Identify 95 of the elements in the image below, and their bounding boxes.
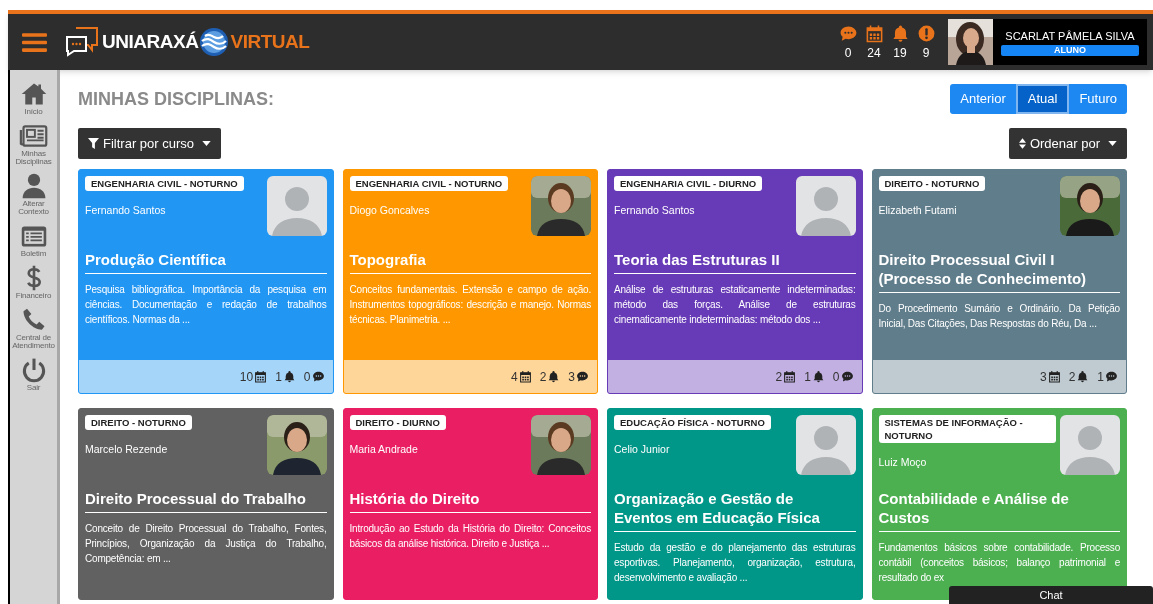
count-label: 1 <box>275 368 282 386</box>
course-title[interactable]: Contabilidade e Análise de Custos <box>878 489 1120 532</box>
user-name: SCARLAT PÂMELA SILVA <box>1005 28 1135 44</box>
count-label: 4 <box>510 368 518 386</box>
role-badge: ALUNO <box>1001 44 1139 56</box>
sidebar-item[interactable]: Central de Atendimento <box>7 306 60 350</box>
caret-icon <box>1108 141 1117 146</box>
teacher-name: Celio Junior <box>614 442 670 457</box>
program-badge: ENGENHARIA CIVIL - DIURNO <box>614 176 763 191</box>
count-label: 0 <box>303 368 311 386</box>
course-description: Conceito de Direito Processual do Trabalho, Fontes, Princípios, Organização da Justiça do Trabalho, Competência: em ... <box>85 522 327 566</box>
sidebar-item[interactable]: Boletim <box>7 222 60 258</box>
program-badge: DIREITO - NOTURNO <box>878 176 986 191</box>
course-card[interactable] <box>607 408 863 600</box>
menu-icon[interactable] <box>22 31 47 53</box>
comment-icon <box>840 370 854 383</box>
program-badge: SISTEMAS DE INFORMAÇÃO - NOTURNO <box>878 415 1056 443</box>
program-badge: DIREITO - DIURNO <box>349 415 446 430</box>
period-tab[interactable]: Atual <box>1015 84 1070 114</box>
program-badge: ENGENHARIA CIVIL - NOTURNO <box>349 176 509 191</box>
counter-label: 24 <box>867 44 881 61</box>
brand-name: UNIARAXÁ <box>102 29 199 54</box>
count-label: 1 <box>804 368 811 386</box>
comment-icon <box>311 370 325 383</box>
comment-icon[interactable] <box>838 23 858 43</box>
alert-icon[interactable] <box>916 23 936 43</box>
course-title[interactable]: História do Direito <box>349 489 591 513</box>
program-badge: DIREITO - NOTURNO <box>85 415 192 430</box>
course-description: Fundamentos básicos sobre contabilidade. Processo contábil (conceitos básicos; balanço patrimonial e resultado do ex <box>878 541 1120 585</box>
course-card[interactable]: ENGENHARIA CIVIL - NOTURNO Diogo Goncalves Topografia Conceitos fundamentais. Extensão e campo de ação. Instrumentos topográficos: descrição e manejo. Normas técnicas. Planimetria. ... 4 2 3 <box>342 169 598 394</box>
bell-icon <box>547 370 561 383</box>
course-description: Estudo da gestão e do planejamento das estruturas esportivas. Planejamento, organização, estrutura, desenvolvimento e avaliação ... <box>614 541 856 585</box>
count-label: 2 <box>539 368 547 386</box>
period-tab[interactable]: Anterior <box>950 84 1016 114</box>
calendar-icon <box>518 370 532 383</box>
filter-button[interactable]: Filtrar por curso <box>78 128 222 159</box>
course-title[interactable]: Direito Processual do Trabalho <box>85 489 327 513</box>
sidebar-item[interactable]: Sair <box>7 356 60 392</box>
bell-icon <box>282 370 296 383</box>
caret-icon <box>202 141 212 146</box>
count-label: 1 <box>1097 368 1104 386</box>
course-card[interactable] <box>607 169 863 394</box>
comment-icon <box>1105 370 1118 383</box>
comment-icon <box>576 370 589 383</box>
sort-icon <box>1018 138 1026 149</box>
calendar-icon[interactable] <box>864 23 884 43</box>
course-description: Conceitos fundamentais. Extensão e campo de ação. Instrumentos topográficos: descrição e manejo. Normas técnicas. Planimetria. ... <box>349 283 591 327</box>
calendar-icon <box>1047 370 1061 383</box>
bell-icon <box>1076 370 1090 383</box>
counter-label: 19 <box>893 44 907 61</box>
course-title[interactable]: Direito Processual Civil I (Processo de Conhecimento) <box>878 250 1120 293</box>
brand-suffix: VIRTUAL <box>230 29 310 54</box>
course-card[interactable]: DIREITO - NOTURNO Elizabeth Futami Direito Processual Civil I (Processo de Conhecimento) Do Procedimento Sumário e Ordinário. Da Petição Inicial, Das Citações, Das Respostas do Réu, Da ... 3 2 1 <box>871 169 1127 394</box>
chat-bar[interactable]: Chat <box>949 586 1153 604</box>
sidebar-item[interactable]: Minhas Disciplinas <box>7 122 60 166</box>
calendar-icon <box>254 370 268 383</box>
count-label: 3 <box>1039 368 1047 386</box>
count-label: 2 <box>1068 368 1076 386</box>
teacher-name: Fernando Santos <box>614 203 695 218</box>
newspaper-icon <box>18 122 49 150</box>
sidebar-item[interactable]: Financeiro <box>7 264 60 300</box>
teacher-name: Diogo Goncalves <box>349 203 430 218</box>
counter-label: 9 <box>922 44 930 61</box>
course-title[interactable]: Teoria das Estruturas II <box>614 250 856 274</box>
teacher-name: Fernando Santos <box>85 203 166 218</box>
sidebar-item[interactable]: Alterar Contexto <box>7 172 60 216</box>
course-description: Pesquisa bibliográfica. Importância da pesquisa em ciências. Documentação e redação de trabalhos científicos. Normas da ... <box>85 283 327 327</box>
counter-label: 0 <box>844 44 852 61</box>
globe-logo-icon <box>199 27 230 57</box>
course-title[interactable]: Produção Científica <box>85 250 327 274</box>
teacher-name: Luiz Moço <box>878 455 927 470</box>
course-card[interactable]: DIREITO - DIURNO Maria Andrade História do Direito Introdução ao Estudo da História do Direito: Conceitos básicos da análise histórica. Direito e Justiça ... <box>342 408 598 600</box>
teacher-name: Marcelo Rezende <box>85 442 168 457</box>
program-badge: EDUCAÇÃO FÍSICA - NOTURNO <box>614 415 771 430</box>
course-card[interactable]: DIREITO - NOTURNO Marcelo Rezende Direito Processual do Trabalho Conceito de Direito Processual do Trabalho, Fontes, Princípios, Organização da Justiça do Trabalho, Competência: em ... <box>78 408 334 600</box>
filter-icon <box>88 138 99 149</box>
period-tab[interactable]: Futuro <box>1069 84 1127 114</box>
calendar-icon <box>783 370 797 383</box>
teacher-name: Elizabeth Futami <box>878 203 957 218</box>
count-label: 3 <box>568 368 575 386</box>
teacher-name: Maria Andrade <box>349 442 418 457</box>
course-description: Do Procedimento Sumário e Ordinário. Da Petição Inicial, Das Citações, Das Respostas do Réu, Da ... <box>878 302 1120 331</box>
course-card[interactable]: ENGENHARIA CIVIL - NOTURNO Fernando Santos Produção Científica Pesquisa bibliográfica. Importância da pesquisa em ciências. Documentação e redação de trabalhos científicos. Normas da ... 10 1 0 <box>78 169 334 394</box>
chat-bubbles-icon <box>64 26 100 58</box>
course-description: Análise de estruturas estaticamente indeterminadas: método das forças. Análise de estruturas cinematicamente indeterminadas: método dos ... <box>614 283 856 327</box>
count-label: 2 <box>775 368 783 386</box>
course-title[interactable]: Organização e Gestão de Eventos em Educação Física <box>614 489 856 532</box>
count-label: 0 <box>832 368 840 386</box>
sidebar-item[interactable]: Início <box>7 80 60 116</box>
sort-button[interactable]: Ordenar por <box>1008 128 1127 159</box>
count-label: 10 <box>239 368 254 386</box>
bell-icon <box>811 370 825 383</box>
course-description: Introdução ao Estudo da História do Direito: Conceitos básicos da análise histórica. Direito e Justiça ... <box>349 522 591 551</box>
page-title: MINHAS DISCIPLINAS: <box>78 87 274 111</box>
program-badge: ENGENHARIA CIVIL - NOTURNO <box>85 176 244 191</box>
